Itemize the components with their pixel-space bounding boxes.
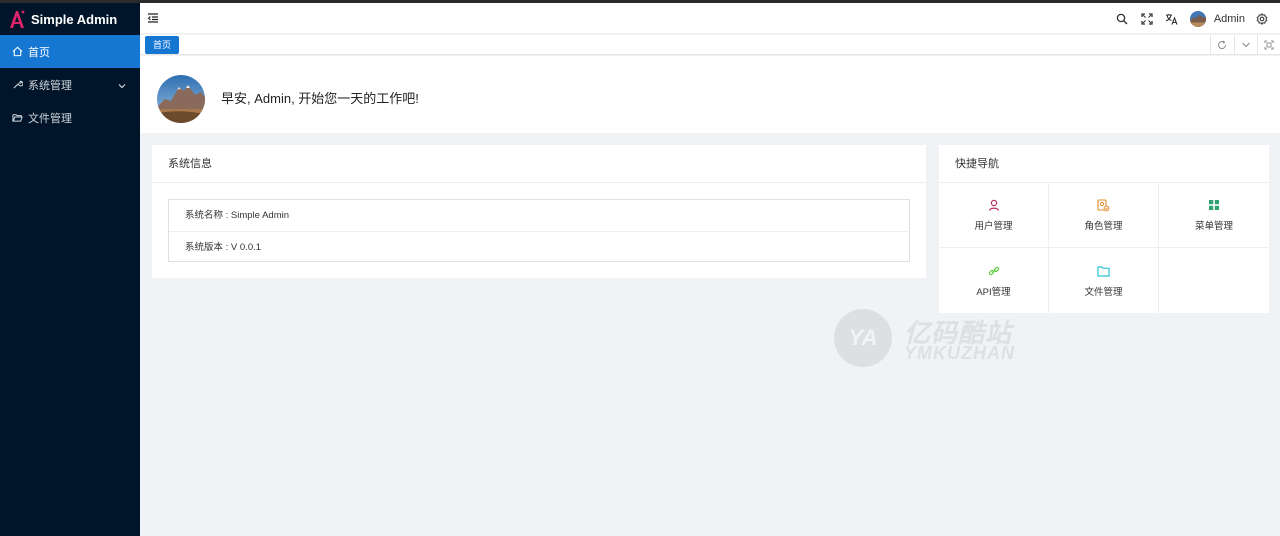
quick-nav-api[interactable]: API管理: [939, 248, 1049, 313]
watermark-subtext: YMKUZHAN: [904, 343, 1015, 363]
quick-nav-roles[interactable]: 角色管理: [1049, 183, 1159, 248]
nav-label: 用户管理: [974, 221, 1013, 232]
card-title: 系统信息: [152, 145, 926, 183]
home-icon: [11, 46, 23, 58]
app-name: Simple Admin: [31, 11, 118, 27]
user-icon: [987, 198, 1001, 212]
avatar[interactable]: [1189, 10, 1206, 27]
user-avatar-large: [157, 75, 205, 123]
watermark: YA 亿码酷站 YMKUZHAN: [834, 309, 1034, 369]
quick-nav-card: 快捷导航 用户管理 角色管理 菜单管理 API管理 文件管理: [939, 145, 1269, 313]
app-logo[interactable]: Simple Admin: [0, 3, 140, 35]
menu-grid-icon: [1207, 198, 1221, 212]
folder-icon: [1097, 264, 1111, 278]
fullscreen-content-button[interactable]: [1257, 35, 1280, 55]
sidebar-item-system[interactable]: 系统管理: [0, 68, 140, 101]
tabs-dropdown-button[interactable]: [1234, 35, 1257, 55]
system-info-table: 系统名称 : Simple Admin 系统版本 : V 0.0.1: [168, 199, 910, 262]
nav-label: 角色管理: [1084, 221, 1123, 232]
sidebar-item-home[interactable]: 首页: [0, 35, 140, 68]
table-row: 系统名称 : Simple Admin: [185, 210, 289, 221]
quick-nav-files[interactable]: 文件管理: [1049, 248, 1159, 313]
quick-nav-empty-cell: [1159, 248, 1269, 313]
tab-home[interactable]: 首页: [145, 36, 180, 54]
quick-nav-menus[interactable]: 菜单管理: [1159, 183, 1269, 248]
quick-nav-users[interactable]: 用户管理: [939, 183, 1049, 248]
link-icon: [987, 264, 1001, 278]
sidebar: Simple Admin 首页 系统管理 文件管理: [0, 3, 140, 536]
role-icon: [1097, 198, 1111, 212]
wrench-icon: [11, 79, 23, 91]
top-header: Admin: [140, 3, 1280, 34]
gear-icon[interactable]: [1255, 12, 1269, 26]
sidebar-item-label: 文件管理: [28, 112, 72, 125]
reload-tab-button[interactable]: [1210, 35, 1233, 55]
sidebar-item-label: 系统管理: [28, 79, 72, 92]
nav-label: 文件管理: [1084, 286, 1123, 298]
nav-label: 菜单管理: [1194, 221, 1233, 232]
welcome-banner: 早安, Admin, 开始您一天的工作吧!: [140, 56, 1280, 133]
username[interactable]: Admin: [1214, 13, 1245, 25]
watermark-mark: YA: [834, 309, 892, 367]
quick-nav-grid: 用户管理 角色管理 菜单管理 API管理 文件管理: [939, 183, 1269, 313]
system-info-card: 系统信息 系统名称 : Simple Admin 系统版本 : V 0.0.1: [152, 145, 926, 278]
greeting-text: 早安, Admin, 开始您一天的工作吧!: [221, 91, 419, 106]
translate-icon[interactable]: [1165, 12, 1179, 26]
sidebar-item-files[interactable]: 文件管理: [0, 101, 140, 134]
fullscreen-icon[interactable]: [1140, 12, 1154, 26]
sidebar-item-label: 首页: [28, 46, 50, 59]
tabs-bar: 首页: [140, 35, 1280, 55]
table-row: 系统版本 : V 0.0.1: [169, 231, 909, 262]
card-title: 快捷导航: [939, 145, 1269, 183]
chevron-down-icon: [118, 80, 126, 92]
search-icon[interactable]: [1115, 12, 1129, 26]
header-actions: Admin: [1115, 3, 1280, 34]
collapse-menu-icon[interactable]: [147, 12, 159, 24]
nav-label: API管理: [976, 286, 1011, 298]
logo-icon: [8, 9, 26, 29]
folder-open-icon: [11, 112, 23, 124]
